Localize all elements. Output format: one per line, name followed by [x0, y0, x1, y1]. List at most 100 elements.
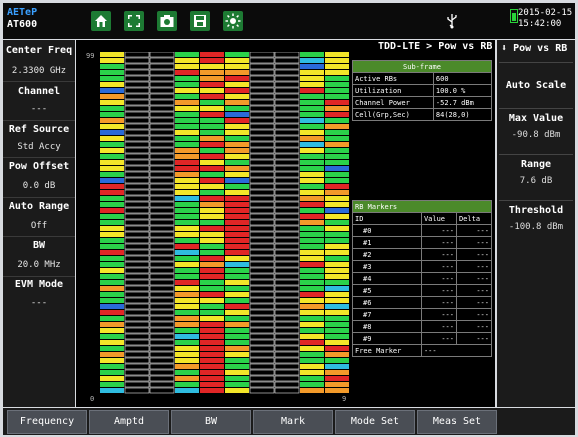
- ref-source-label[interactable]: Ref Source: [3, 124, 75, 135]
- heatmap-cell: [200, 382, 224, 387]
- heatmap-cell: [225, 340, 249, 345]
- free-marker-row[interactable]: Free Marker ---: [352, 344, 493, 357]
- auto-range-label[interactable]: Auto Range: [3, 201, 75, 212]
- heatmap-cell: [175, 64, 199, 69]
- marker-row[interactable]: #2 --- ---: [352, 248, 493, 261]
- heatmap-cell: [225, 364, 249, 369]
- heatmap-cell: [175, 70, 199, 75]
- battery-icon: [510, 9, 518, 23]
- heatmap-cell: [325, 106, 349, 111]
- home-button[interactable]: [91, 11, 111, 31]
- row-value: 84(28,0): [432, 108, 493, 121]
- heatmap-cell: [274, 189, 300, 196]
- pow-offset-label[interactable]: Pow Offset: [3, 161, 75, 172]
- heatmap-cell: [124, 159, 150, 166]
- heatmap-cell: [149, 381, 175, 388]
- heatmap-cell: [225, 154, 249, 159]
- ref-source-value[interactable]: Std Accy: [3, 142, 75, 152]
- heatmap-cell: [124, 201, 150, 208]
- evm-mode-value[interactable]: ---: [3, 298, 75, 308]
- heatmap-cell: [249, 273, 275, 280]
- marker-row[interactable]: #0 --- ---: [352, 224, 493, 237]
- channel-label[interactable]: Channel: [3, 86, 75, 97]
- heatmap-cell: [300, 64, 324, 69]
- screenshot-button[interactable]: [157, 11, 177, 31]
- heatmap-cell: [200, 364, 224, 369]
- heatmap-cell: [200, 298, 224, 303]
- heatmap-cell: [325, 148, 349, 153]
- heatmap-cell: [100, 208, 124, 213]
- row-name: Cell(Grp,Sec): [352, 108, 434, 121]
- function-key-bar: Frequency Amptd BW Mark Mode Set Meas Se…: [3, 408, 575, 435]
- marker-row[interactable]: #5 --- ---: [352, 284, 493, 297]
- marker-row[interactable]: #7 --- ---: [352, 308, 493, 321]
- heatmap-cell: [274, 327, 300, 334]
- fullscreen-button[interactable]: [124, 11, 144, 31]
- max-value-button[interactable]: Max Value -90.8 dBm: [499, 108, 573, 159]
- date-label: 2015-02-15: [518, 8, 573, 18]
- heatmap-cell: [225, 64, 249, 69]
- heatmap-cell: [225, 328, 249, 333]
- heatmap-cell: [200, 214, 224, 219]
- heatmap-cell: [124, 87, 150, 94]
- mark-button[interactable]: Mark: [253, 410, 333, 434]
- heatmap-cell: [124, 219, 150, 226]
- heatmap-cell: [325, 82, 349, 87]
- marker-row[interactable]: #1 --- ---: [352, 236, 493, 249]
- table-row: Channel Power -52.7 dBm: [352, 96, 493, 109]
- heatmap-cell: [175, 340, 199, 345]
- heatmap-cell: [175, 352, 199, 357]
- marker-row[interactable]: #8 --- ---: [352, 320, 493, 333]
- amptd-button[interactable]: Amptd: [89, 410, 169, 434]
- center-freq-value[interactable]: 2.3300 GHz: [3, 66, 75, 76]
- pow-offset-value[interactable]: 0.0 dB: [3, 181, 75, 191]
- heatmap-cell: [100, 250, 124, 255]
- heatmap-cell: [124, 69, 150, 76]
- heatmap-cell: [100, 334, 124, 339]
- heatmap-cell: [100, 172, 124, 177]
- threshold-button[interactable]: Threshold -100.8 dBm: [499, 200, 573, 251]
- mode-set-button[interactable]: Mode Set: [335, 410, 415, 434]
- heatmap-cell: [274, 81, 300, 88]
- marker-row[interactable]: #3 --- ---: [352, 260, 493, 273]
- bw-label[interactable]: BW: [3, 240, 75, 251]
- marker-value: ---: [420, 284, 457, 297]
- bw-value[interactable]: 20.0 MHz: [3, 260, 75, 270]
- marker-row[interactable]: #9 --- ---: [352, 332, 493, 345]
- heatmap-cell: [124, 345, 150, 352]
- meas-set-button[interactable]: Meas Set: [417, 410, 497, 434]
- save-button[interactable]: [190, 11, 210, 31]
- heatmap-cell: [225, 292, 249, 297]
- marker-value: ---: [420, 236, 457, 249]
- divider: [3, 157, 75, 158]
- heatmap-cell: [149, 219, 175, 226]
- center-freq-label[interactable]: Center Freq: [3, 45, 75, 56]
- heatmap-cell: [274, 231, 300, 238]
- heatmap-cell: [175, 292, 199, 297]
- auto-scale-button[interactable]: Auto Scale: [499, 62, 573, 109]
- heatmap-cell: [200, 196, 224, 201]
- brightness-button[interactable]: [223, 11, 243, 31]
- heatmap-cell: [249, 381, 275, 388]
- heatmap-cell: [200, 256, 224, 261]
- heatmap-cell: [149, 351, 175, 358]
- view-selector[interactable]: ⬇ Pow vs RB: [501, 43, 567, 54]
- threshold-value: -100.8 dBm: [508, 222, 564, 232]
- range-button[interactable]: Range 7.6 dB: [499, 154, 573, 205]
- heatmap-cell: [300, 352, 324, 357]
- frequency-button[interactable]: Frequency: [7, 410, 87, 434]
- heatmap-cell: [175, 298, 199, 303]
- channel-value[interactable]: ---: [3, 104, 75, 114]
- evm-mode-label[interactable]: EVM Mode: [3, 279, 75, 290]
- bw-button[interactable]: BW: [171, 410, 251, 434]
- marker-row[interactable]: #6 --- ---: [352, 296, 493, 309]
- auto-range-value[interactable]: Off: [3, 221, 75, 231]
- heatmap-cell: [124, 147, 150, 154]
- heatmap-cell: [325, 292, 349, 297]
- marker-row[interactable]: #4 --- ---: [352, 272, 493, 285]
- heatmap-cell: [200, 76, 224, 81]
- heatmap-cell: [124, 237, 150, 244]
- heatmap-cell: [274, 315, 300, 322]
- heatmap-cell: [300, 70, 324, 75]
- heatmap-cell: [249, 123, 275, 130]
